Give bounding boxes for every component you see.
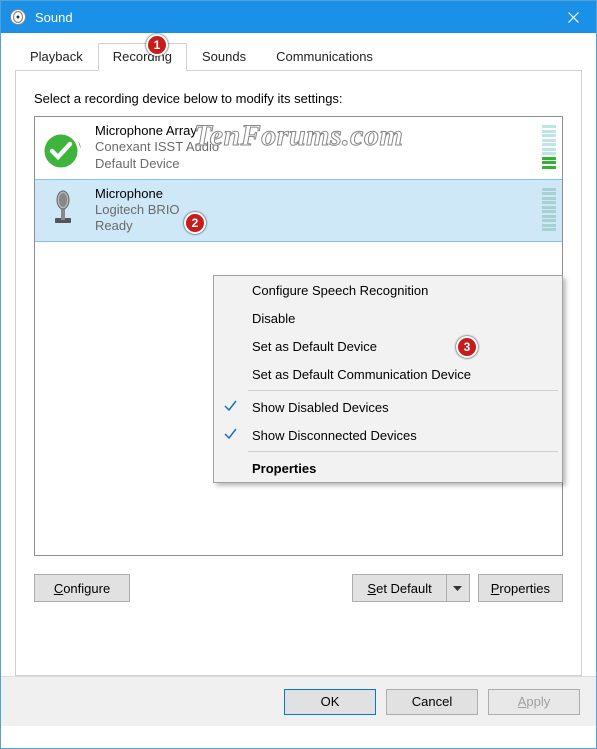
ctx-set-default-comm[interactable]: Set as Default Communication Device (214, 360, 562, 388)
device-sub1: Logitech BRIO (95, 202, 532, 218)
close-button[interactable] (550, 1, 596, 33)
ok-button[interactable]: OK (284, 689, 376, 715)
tab-recording[interactable]: Recording (98, 43, 187, 71)
apply-button[interactable]: Apply (488, 689, 580, 715)
annotation-marker: 2 (184, 212, 206, 234)
ctx-show-disabled[interactable]: Show Disabled Devices (214, 393, 562, 421)
device-row[interactable]: Microphone Logitech BRIO Ready (35, 179, 562, 242)
device-row[interactable]: Microphone Array Conexant ISST Audio Def… (35, 117, 562, 179)
tab-sounds[interactable]: Sounds (187, 43, 261, 71)
device-name: Microphone (95, 186, 532, 202)
level-meter (542, 123, 556, 172)
annotation-marker: 1 (146, 34, 168, 56)
device-name: Microphone Array (95, 123, 532, 139)
ctx-properties[interactable]: Properties (214, 454, 562, 482)
device-sub2: Ready (95, 218, 532, 234)
cancel-button[interactable]: Cancel (386, 689, 478, 715)
tab-bar: Playback Recording Sounds Communications (15, 43, 582, 71)
default-check-icon (41, 131, 81, 174)
titlebar: Sound (1, 1, 596, 33)
ctx-disable[interactable]: Disable (214, 304, 562, 332)
ctx-set-default-device[interactable]: Set as Default Device (214, 332, 562, 360)
window-title: Sound (35, 10, 550, 25)
device-icon (43, 186, 85, 235)
tab-communications[interactable]: Communications (261, 43, 388, 71)
annotation-marker: 3 (456, 336, 478, 358)
close-icon (568, 12, 579, 23)
level-meter (542, 186, 556, 235)
ctx-show-disconnected[interactable]: Show Disconnected Devices (214, 421, 562, 449)
set-default-dropdown[interactable] (447, 575, 469, 601)
tab-playback[interactable]: Playback (15, 43, 98, 71)
configure-button[interactable]: Configure (34, 574, 130, 602)
context-menu: Configure Speech Recognition Disable Set… (213, 275, 563, 483)
check-icon (224, 399, 237, 415)
properties-button[interactable]: Properties (478, 574, 563, 602)
instruction-text: Select a recording device below to modif… (34, 91, 563, 106)
device-sub1: Conexant ISST Audio (95, 139, 532, 155)
sound-icon (9, 8, 27, 26)
set-default-button[interactable]: Set Default (352, 574, 469, 602)
check-icon (224, 427, 237, 443)
dialog-button-bar: OK Cancel Apply (1, 676, 596, 726)
device-sub2: Default Device (95, 156, 532, 172)
chevron-down-icon (453, 586, 462, 591)
sound-dialog: Sound Playback Recording Sounds Communic… (0, 0, 597, 749)
ctx-configure-speech[interactable]: Configure Speech Recognition (214, 276, 562, 304)
device-icon (43, 123, 85, 172)
